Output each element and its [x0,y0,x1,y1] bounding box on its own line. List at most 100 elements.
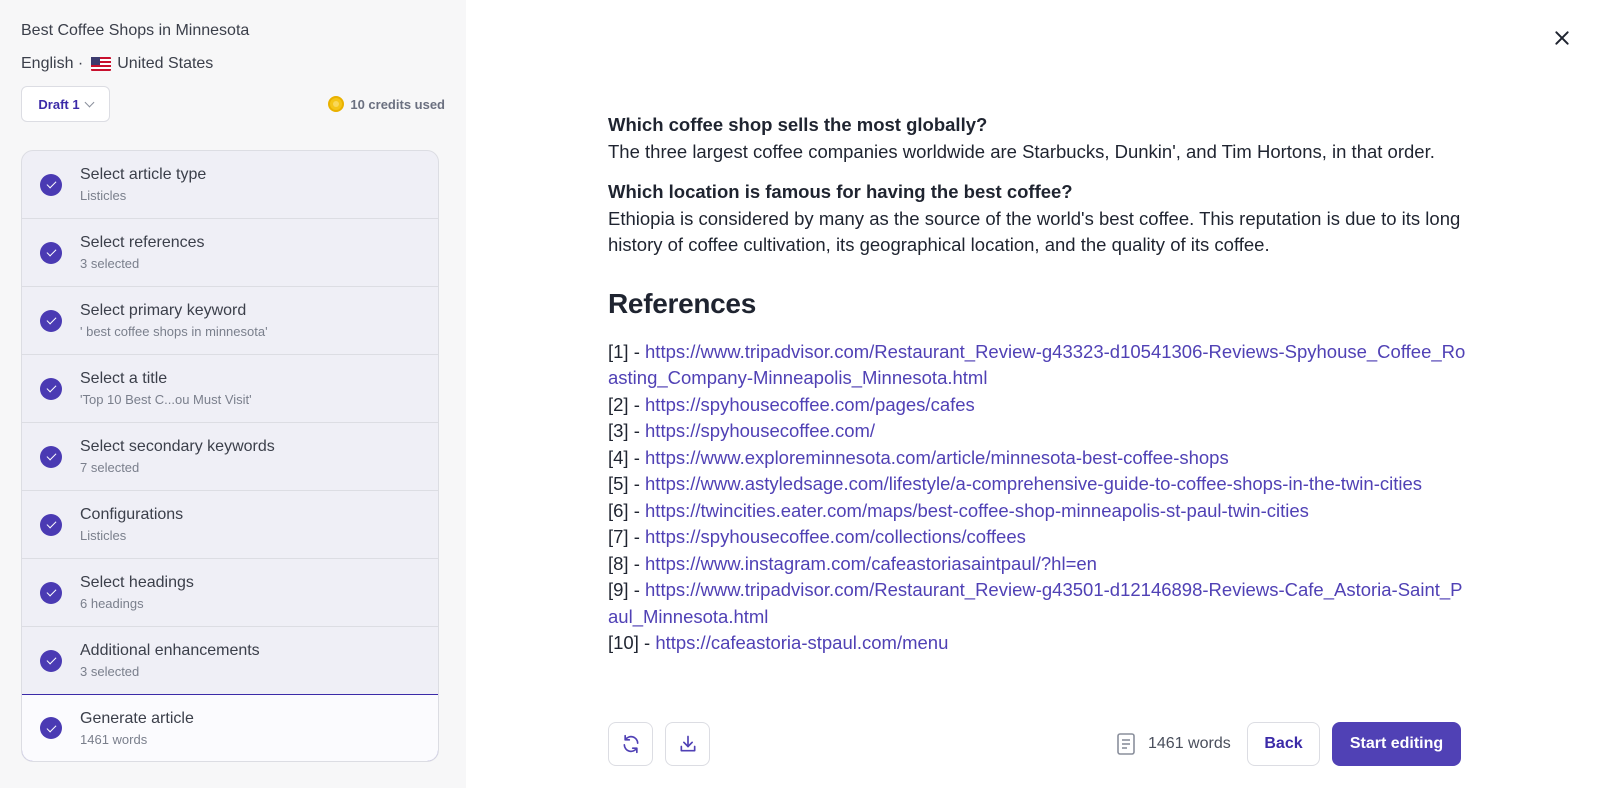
locale-info: English · United States [21,54,445,74]
check-circle-icon [40,445,62,468]
reference-item: [9] - https://www.tripadvisor.com/Restau… [608,577,1468,630]
refresh-icon [623,734,638,754]
references-heading: References [608,287,756,319]
step-subtitle: 3 selected [80,256,140,271]
reference-number: [3] - [608,420,646,441]
reference-link[interactable]: https://spyhousecoffee.com/ [645,420,875,441]
step-primary-keyword[interactable]: Select primary keyword ' best coffee shop… [22,287,438,355]
regenerate-button[interactable] [608,722,653,766]
step-references[interactable]: Select references 3 selected [22,219,438,287]
faq-question: Which coffee shop sells the most globall… [608,114,988,135]
download-icon [680,735,695,752]
credits-label: 10 credits used [350,96,445,112]
reference-link[interactable]: https://twincities.eater.com/maps/best-c… [645,500,1309,521]
step-subtitle: ' best coffee shops in minnesota' [80,324,268,339]
step-secondary-keywords[interactable]: Select secondary keywords 7 selected [22,423,438,491]
reference-number: [7] - [608,526,646,547]
step-subtitle: 1461 words [80,731,148,747]
step-title: Select article type [80,166,207,183]
check-circle-icon [40,513,62,536]
check-circle-icon [40,173,62,196]
reference-number: [8] - [608,552,646,574]
draft-row: Draft 1 10 credits used [21,86,445,122]
back-button[interactable]: Back [1247,722,1320,766]
step-enhancements[interactable]: Additional enhancements 3 selected [22,627,438,695]
reference-item: [5] - https://www.astyledsage.com/lifest… [608,471,1468,498]
faq-item: Which location is famous for having the … [608,179,1468,259]
reference-link[interactable]: https://www.astyledsage.com/lifestyle/a-… [645,473,1422,494]
step-subtitle: 'Top 10 Best C...ou Must Visit' [80,392,252,407]
reference-item: [6] - https://twincities.eater.com/maps/… [608,498,1468,525]
us-flag-icon [91,57,112,71]
step-subtitle: 6 headings [80,596,144,611]
faq-answer: The three largest coffee companies world… [608,140,1435,162]
action-bar: 1461 words Back Start editing [466,700,1600,788]
draft-select[interactable]: Draft 1 [21,86,110,122]
step-headings[interactable]: Select headings 6 headings [22,559,438,627]
step-configurations[interactable]: Configurations Listicles [22,491,438,559]
word-count: 1461 words [1116,722,1231,766]
sidebar: Best Coffee Shops in Minnesota English ·… [0,0,466,788]
faq-item: Which coffee shop sells the most globall… [608,112,1468,165]
reference-link[interactable]: https://www.tripadvisor.com/Restaurant_R… [608,579,1463,627]
start-editing-button[interactable]: Start editing [1332,722,1461,766]
step-title[interactable]: Select a title 'Top 10 Best C...ou Must V… [22,355,438,423]
reference-link[interactable]: https://spyhousecoffee.com/pages/cafes [645,394,975,415]
reference-item: [1] - https://www.tripadvisor.com/Restau… [608,339,1468,392]
references-list: [1] - https://www.tripadvisor.com/Restau… [608,339,1468,657]
reference-item: [10] - https://cafeastoria-stpaul.com/me… [608,630,1468,657]
reference-link[interactable]: https://www.tripadvisor.com/Restaurant_R… [608,341,1465,389]
check-circle-icon [40,241,62,264]
language-label: English · [21,55,84,72]
step-subtitle: Listicles [80,188,127,203]
reference-number: [1] - [608,340,646,362]
step-article-type[interactable]: Select article type Listicles [22,151,438,219]
reference-link[interactable]: https://www.exploreminnesota.com/article… [645,447,1229,468]
check-circle-icon [40,581,62,604]
reference-number: [9] - [608,579,646,600]
check-circle-icon [40,309,62,332]
faq-question: Which location is famous for having the … [608,181,1073,202]
step-subtitle: 3 selected [80,664,140,679]
step-title: Additional enhancements [80,642,260,659]
step-title: Generate article [80,709,194,727]
reference-item: [7] - https://spyhousecoffee.com/collect… [608,524,1468,551]
step-title: Select references [80,234,205,251]
reference-number: [4] - [608,446,646,468]
article-preview: Which coffee shop sells the most globall… [608,112,1468,657]
step-title: Select headings [80,574,194,591]
reference-number: [6] - [608,499,646,521]
document-title: Best Coffee Shops in Minnesota [21,22,250,39]
reference-link[interactable]: https://spyhousecoffee.com/collections/c… [645,526,1026,547]
step-title: Select secondary keywords [80,438,275,455]
reference-item: [2] - https://spyhousecoffee.com/pages/c… [608,392,1468,419]
country-label: United States [117,55,214,72]
credits-badge: 10 credits used [328,96,445,112]
coin-icon [328,96,345,112]
word-count-label: 1461 words [1148,735,1231,752]
steps-list: Select article type Listicles Select refe… [21,150,439,762]
step-generate-article[interactable]: Generate article 1461 words [22,694,438,761]
reference-item: [3] - https://spyhousecoffee.com/ [608,418,1468,445]
step-title: Select primary keyword [80,302,247,319]
reference-link[interactable]: https://cafeastoria-stpaul.com/menu [655,632,948,653]
draft-label: Draft 1 [38,96,80,112]
check-circle-icon [40,377,62,400]
check-circle-icon [40,649,62,672]
reference-number: [10] - [608,632,656,653]
step-title: Configurations [80,506,184,523]
step-subtitle: Listicles [80,528,127,543]
reference-link[interactable]: https://www.instagram.com/cafeastoriasai… [645,553,1097,574]
reference-item: [4] - https://www.exploreminnesota.com/a… [608,445,1468,472]
step-subtitle: 7 selected [80,460,140,475]
reference-number: [5] - [608,473,646,494]
reference-item: [8] - https://www.instagram.com/cafeasto… [608,551,1468,578]
step-title: Select a title [80,370,168,387]
chevron-down-icon [84,97,95,107]
check-circle-icon [40,717,62,739]
download-button[interactable] [665,722,710,766]
faq-answer: Ethiopia is considered by many as the so… [608,207,1461,256]
close-icon[interactable] [1552,28,1572,48]
reference-number: [2] - [608,393,646,415]
document-icon [1117,733,1135,755]
